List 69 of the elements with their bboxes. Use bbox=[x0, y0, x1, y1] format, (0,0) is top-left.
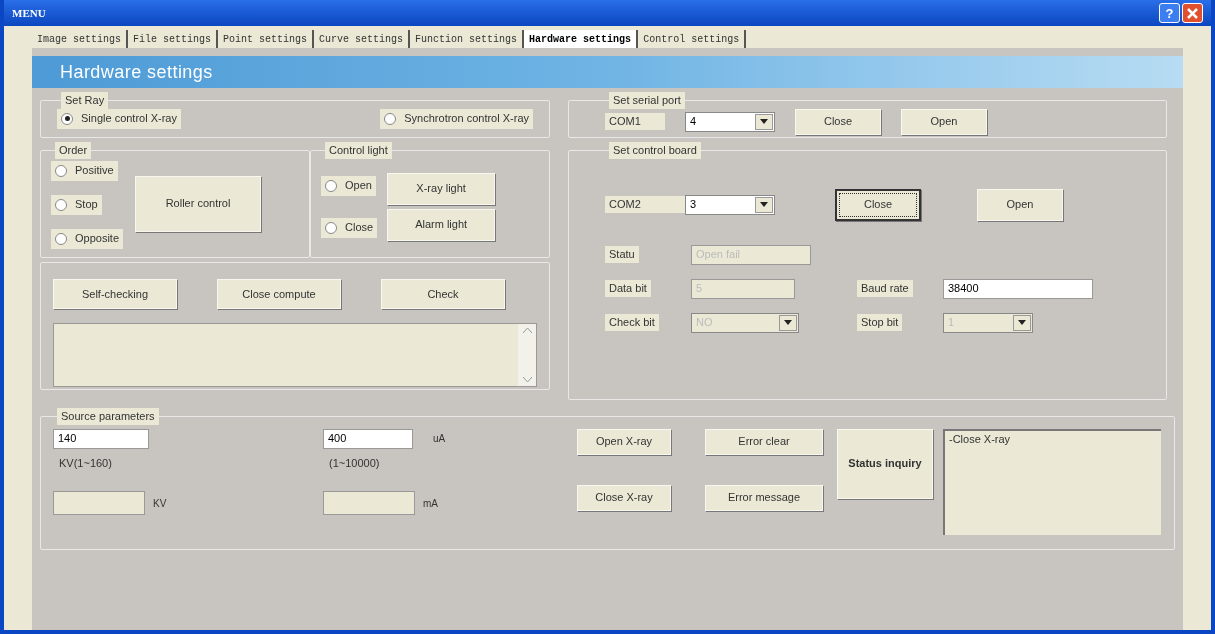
caret-icon bbox=[1013, 314, 1031, 331]
radio-button[interactable] bbox=[325, 221, 337, 234]
button[interactable]: Check bbox=[381, 279, 505, 309]
group-label: Source parameters bbox=[57, 408, 159, 425]
group-label: Set serial port bbox=[609, 92, 685, 109]
button[interactable]: Close bbox=[835, 188, 921, 221]
log-line: -Close X-ray bbox=[949, 431, 1012, 447]
banner: Hardware settings bbox=[32, 56, 1183, 88]
dropdown[interactable]: 4 bbox=[685, 111, 775, 132]
button[interactable]: Status inquiry bbox=[837, 428, 933, 499]
button[interactable]: Close X-ray bbox=[577, 484, 671, 511]
field-label: Baud rate bbox=[857, 280, 913, 297]
field-label: Statu bbox=[605, 246, 639, 263]
dropdown[interactable]: 3 bbox=[685, 194, 775, 215]
scrollbar[interactable] bbox=[518, 324, 536, 386]
button[interactable]: Open X-ray bbox=[577, 428, 671, 455]
group-label: Set Ray bbox=[61, 92, 109, 109]
scroll-down-icon[interactable] bbox=[522, 377, 532, 382]
button[interactable]: Close compute bbox=[217, 279, 341, 309]
input-field[interactable]: 38400 bbox=[943, 278, 1093, 299]
input-field[interactable] bbox=[53, 491, 145, 515]
field-label: Check bit bbox=[605, 314, 659, 331]
button[interactable]: Open bbox=[977, 188, 1063, 221]
button[interactable]: Close bbox=[795, 108, 881, 135]
group-label: Order bbox=[55, 142, 92, 159]
button[interactable]: X-ray light bbox=[387, 172, 496, 205]
input-field[interactable] bbox=[323, 491, 415, 515]
button[interactable]: Alarm light bbox=[387, 208, 496, 241]
button[interactable]: Self-checking bbox=[53, 279, 177, 309]
radio-option[interactable]: Synchrotron control X-ray bbox=[380, 108, 533, 129]
window-title: MENU bbox=[12, 5, 46, 21]
group-label: Control light bbox=[325, 142, 392, 159]
radio-button[interactable] bbox=[55, 164, 67, 177]
port-label: COM1 bbox=[605, 113, 665, 130]
radio-button[interactable] bbox=[61, 112, 73, 125]
radio-option[interactable]: Open bbox=[321, 175, 376, 196]
button[interactable]: Error clear bbox=[705, 428, 823, 455]
radio-option[interactable]: Positive bbox=[51, 160, 118, 181]
log-box[interactable] bbox=[53, 323, 537, 387]
help-button[interactable]: ? bbox=[1159, 3, 1180, 23]
radio-button[interactable] bbox=[384, 112, 397, 125]
unit-label: uA bbox=[433, 432, 446, 446]
button[interactable]: Open bbox=[901, 108, 987, 135]
radio-option[interactable]: Close bbox=[321, 217, 378, 238]
radio-option[interactable]: Opposite bbox=[51, 228, 124, 249]
button[interactable]: Roller control bbox=[135, 175, 262, 232]
field-label: Stop bit bbox=[857, 314, 903, 331]
radio-option[interactable]: Single control X-ray bbox=[57, 108, 181, 129]
radio-button[interactable] bbox=[55, 198, 67, 211]
button[interactable]: Error message bbox=[705, 484, 823, 511]
status-log[interactable]: -Close X-ray bbox=[943, 428, 1161, 535]
tab[interactable]: Hardware settings bbox=[524, 30, 639, 48]
input-field[interactable]: 400 bbox=[323, 428, 413, 449]
group-label: Set control board bbox=[609, 142, 701, 159]
unit-label: mA bbox=[423, 496, 438, 511]
radio-button[interactable] bbox=[55, 232, 67, 245]
range-label: KV(1~160) bbox=[59, 455, 112, 471]
radio-button[interactable] bbox=[325, 179, 337, 192]
field-label: Data bit bbox=[605, 280, 651, 297]
caret-icon bbox=[755, 113, 773, 130]
scroll-up-icon[interactable] bbox=[522, 328, 532, 333]
unit-label: KV bbox=[153, 496, 167, 511]
port-label: COM2 bbox=[605, 196, 685, 213]
radio-option[interactable]: Stop bbox=[51, 194, 102, 215]
close-icon[interactable] bbox=[1182, 3, 1203, 23]
caret-icon bbox=[755, 196, 773, 213]
range-label: (1~10000) bbox=[329, 455, 380, 471]
caret-icon bbox=[779, 314, 797, 331]
input-field[interactable]: 140 bbox=[53, 428, 149, 449]
